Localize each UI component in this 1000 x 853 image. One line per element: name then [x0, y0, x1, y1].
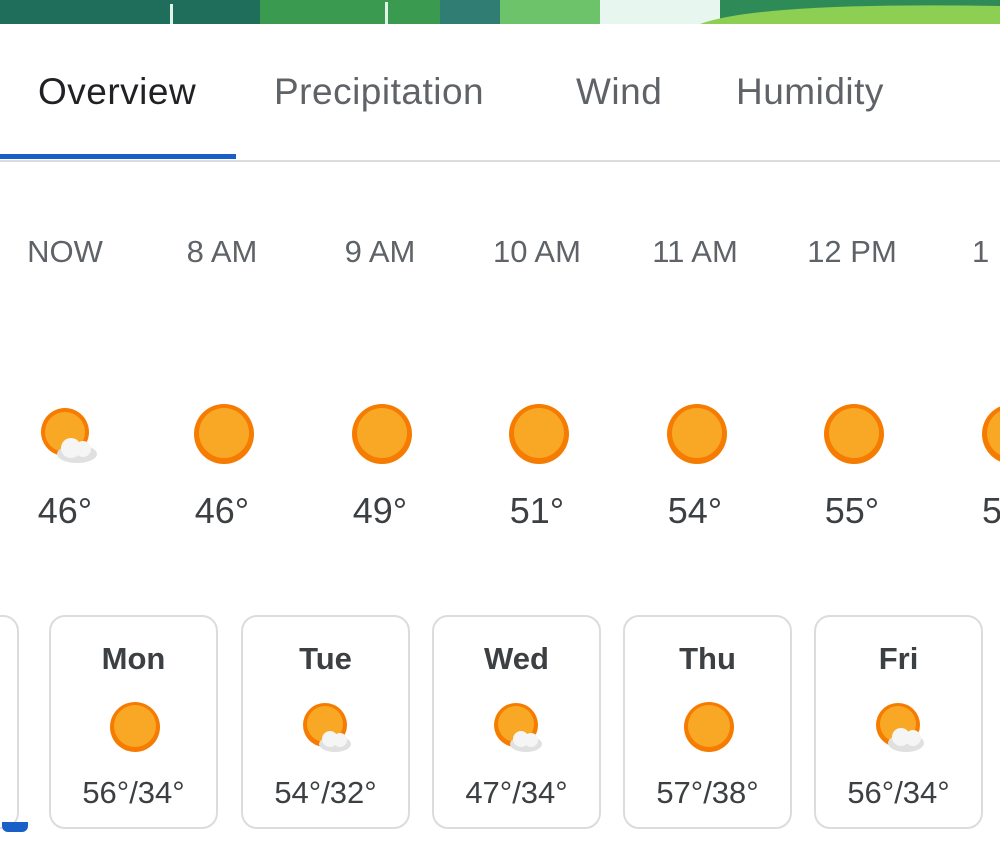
- hour-temperature: 51°: [509, 490, 565, 531]
- hourly-item-now[interactable]: NOW 46°: [0, 162, 130, 562]
- day-card-thu[interactable]: Thu 57°/38°: [623, 615, 792, 829]
- hour-label: NOW: [27, 234, 103, 269]
- hour-temperature: 55°: [824, 490, 880, 531]
- hour-temperature: 49°: [352, 490, 408, 531]
- hourly-item-1pm[interactable]: 1 5: [945, 162, 1000, 562]
- day-card-mon[interactable]: Mon 56°/34°: [49, 615, 218, 829]
- sun-icon: [192, 402, 256, 466]
- day-high-low: 56°/34°: [847, 775, 950, 810]
- day-card-today[interactable]: [0, 615, 28, 832]
- sun-icon: [350, 402, 414, 466]
- partly-sunny-icon: [872, 699, 928, 755]
- sun-icon: [665, 402, 729, 466]
- hour-temperature: 46°: [37, 490, 93, 531]
- forecast-tabs: Overview Precipitation Wind Humidity: [0, 24, 1000, 162]
- day-high-low: 47°/34°: [465, 775, 568, 810]
- day-high-low: 57°/38°: [656, 775, 759, 810]
- header-illustration: [0, 0, 1000, 24]
- sun-icon: [107, 699, 163, 755]
- hourly-item-10am[interactable]: 10 AM 51°: [472, 162, 602, 562]
- sun-icon: [507, 402, 571, 466]
- hour-temperature: 54°: [667, 490, 723, 531]
- hourly-item-8am[interactable]: 8 AM 46°: [157, 162, 287, 562]
- hourly-forecast[interactable]: NOW 46° 8 AM 46° 9 AM 49° 10 AM 5 1° 11 A…: [0, 162, 1000, 562]
- hour-label: 1: [972, 234, 990, 269]
- hourly-item-11am[interactable]: 11 AM 54°: [630, 162, 760, 562]
- hour-temperature: 46°: [194, 490, 250, 531]
- day-card-tue[interactable]: Tue 54°/32°: [241, 615, 410, 829]
- day-label: Fri: [878, 641, 919, 676]
- day-high-low: 56°/34°: [82, 775, 185, 810]
- partly-sunny-icon: [490, 699, 546, 755]
- active-tab-indicator: [0, 154, 236, 159]
- sun-icon: [822, 402, 886, 466]
- sun-icon: [681, 699, 737, 755]
- hour-label: 11 AM: [652, 234, 738, 269]
- day-label: Wed: [484, 641, 549, 676]
- partly-sunny-icon: [299, 699, 355, 755]
- day-high-low: 54°/32°: [274, 775, 377, 810]
- day-label: Thu: [679, 641, 736, 676]
- sun-icon: [980, 402, 1000, 466]
- hour-label: 12 PM: [807, 234, 897, 269]
- tab-precipitation[interactable]: Precipitation: [274, 71, 484, 113]
- day-card-fri[interactable]: Fri 56°/34°: [814, 615, 983, 829]
- day-card-wed[interactable]: Wed 47°/34°: [432, 615, 601, 829]
- day-label: Mon: [101, 641, 166, 676]
- hourly-item-9am[interactable]: 9 AM 49°: [315, 162, 445, 562]
- hour-label: 10 AM: [493, 234, 581, 269]
- hourly-item-12pm[interactable]: 12 PM 55°: [787, 162, 917, 562]
- partly-sunny-icon: [35, 402, 99, 466]
- hour-label: 9 AM: [344, 234, 416, 269]
- hour-temperature: 5: [982, 490, 1000, 531]
- daily-forecast[interactable]: Mon 56°/34° Tue 54°/32° Wed 47°/34° Thu: [0, 612, 1000, 853]
- tab-humidity[interactable]: Humidity: [736, 71, 884, 113]
- tab-wind[interactable]: Wind: [576, 71, 662, 113]
- selected-day-indicator: [2, 822, 28, 832]
- tab-overview[interactable]: Overview: [38, 71, 196, 113]
- day-label: Tue: [299, 641, 352, 676]
- hour-label: 8 AM: [186, 234, 258, 269]
